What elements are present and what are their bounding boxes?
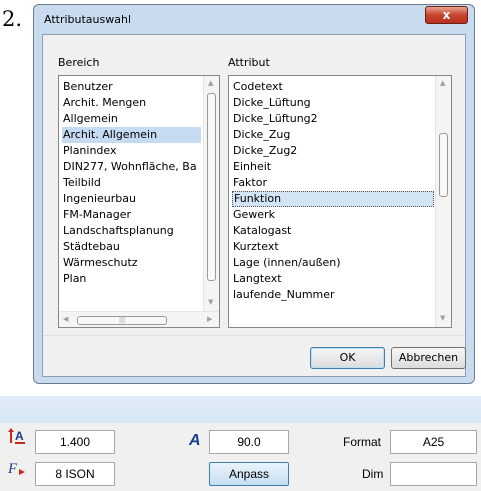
bereich-item-archit-mengen[interactable]: Archit. Mengen [62, 95, 146, 111]
attribut-label: Attribut [228, 56, 270, 69]
bereich-vertical-scrollbar[interactable]: ▲ ▼ [203, 76, 219, 312]
font-field[interactable]: 8 ISON [35, 462, 115, 486]
attribut-listbox[interactable]: Codetext Dicke_Lüftung Dicke_Lüftung2 Di… [228, 75, 452, 328]
text-height-icon: A [8, 427, 26, 448]
dialog-title: Attributauswahl [44, 13, 132, 26]
attribut-item-faktor[interactable]: Faktor [232, 175, 267, 191]
bereich-scroll-thumb[interactable] [207, 93, 216, 281]
attribut-item-kurztext[interactable]: Kurztext [232, 239, 279, 255]
scroll-left-icon[interactable]: ◀ [63, 315, 68, 323]
dim-field[interactable] [390, 462, 477, 486]
attribut-item-katalogast[interactable]: Katalogast [232, 223, 291, 239]
bereich-hscroll-thumb[interactable]: ||| [77, 316, 167, 325]
attribut-item-dicke-lueftung2[interactable]: Dicke_Lüftung2 [232, 111, 318, 127]
scroll-up-icon[interactable]: ▲ [208, 79, 213, 87]
bereich-item-allgemein[interactable]: Allgemein [62, 111, 118, 127]
bereich-item-fm-manager[interactable]: FM-Manager [62, 207, 131, 223]
attribut-vertical-scrollbar[interactable]: ▲ ▼ [435, 76, 451, 327]
ok-button[interactable]: OK [310, 347, 385, 369]
bereich-item-din277[interactable]: DIN277, Wohnfläche, Ba [62, 159, 197, 175]
bereich-item-landschaftsplanung[interactable]: Landschaftsplanung [62, 223, 174, 239]
attribut-item-einheit[interactable]: Einheit [232, 159, 271, 175]
bereich-item-ingenieurbau[interactable]: Ingenieurbau [62, 191, 136, 207]
anpass-button[interactable]: Anpass [209, 462, 289, 486]
scroll-down-icon[interactable]: ▼ [440, 314, 445, 322]
attribut-item-dicke-zug[interactable]: Dicke_Zug [232, 127, 290, 143]
bereich-item-planindex[interactable]: Planindex [62, 143, 117, 159]
bereich-item-staedtebau[interactable]: Städtebau [62, 239, 120, 255]
attribut-item-gewerk[interactable]: Gewerk [232, 207, 275, 223]
cancel-button[interactable]: Abbrechen [391, 347, 466, 369]
attribut-item-lage[interactable]: Lage (innen/außen) [232, 255, 341, 271]
bereich-item-plan[interactable]: Plan [62, 271, 86, 287]
step-number: 2. [2, 7, 23, 31]
text-angle-field[interactable]: 90.0 [209, 430, 289, 454]
attribut-item-codetext[interactable]: Codetext [232, 79, 283, 95]
bereich-item-benutzer[interactable]: Benutzer [62, 79, 113, 95]
svg-text:A: A [15, 429, 24, 443]
attribut-item-laufende-nummer[interactable]: laufende_Nummer [232, 287, 335, 303]
svg-text:F: F [8, 461, 18, 477]
dialog-client-area: Bereich Attribut Benutzer Archit. Mengen… [42, 34, 466, 377]
bereich-item-waermeschutz[interactable]: Wärmeschutz [62, 255, 138, 271]
toolbar-band [0, 396, 481, 423]
text-angle-icon: A [188, 430, 204, 451]
font-icon: F [7, 459, 26, 480]
close-button[interactable]: x [425, 6, 468, 24]
svg-text:A: A [188, 432, 201, 448]
format-field[interactable]: A25 [390, 430, 477, 454]
scroll-up-icon[interactable]: ▲ [440, 79, 445, 87]
attribut-scroll-thumb[interactable] [439, 133, 448, 197]
attributauswahl-dialog: Attributauswahl x Bereich Attribut Benut… [33, 4, 475, 384]
attribut-item-dicke-lueftung[interactable]: Dicke_Lüftung [232, 95, 311, 111]
attribut-item-funktion[interactable]: Funktion [232, 191, 434, 207]
bereich-horizontal-scrollbar[interactable]: ◀ ||| ▶ [59, 311, 219, 327]
attribut-item-dicke-zug2[interactable]: Dicke_Zug2 [232, 143, 297, 159]
attribut-item-langtext[interactable]: Langtext [232, 271, 282, 287]
text-height-field[interactable]: 1.400 [35, 430, 115, 454]
dialog-footer-separator [43, 335, 465, 336]
bereich-listbox[interactable]: Benutzer Archit. Mengen Allgemein Archit… [58, 75, 220, 328]
scroll-down-icon[interactable]: ▼ [208, 298, 213, 306]
bereich-item-teilbild[interactable]: Teilbild [62, 175, 101, 191]
format-label: Format [343, 435, 382, 449]
bereich-item-archit-allgemein[interactable]: Archit. Allgemein [62, 127, 201, 143]
scroll-right-icon[interactable]: ▶ [207, 315, 212, 323]
bereich-label: Bereich [58, 56, 100, 69]
dim-label: Dim [362, 467, 384, 481]
text-parameter-panel: A 1.400 A 90.0 Format A25 F 8 ISON Anpas… [0, 423, 481, 491]
